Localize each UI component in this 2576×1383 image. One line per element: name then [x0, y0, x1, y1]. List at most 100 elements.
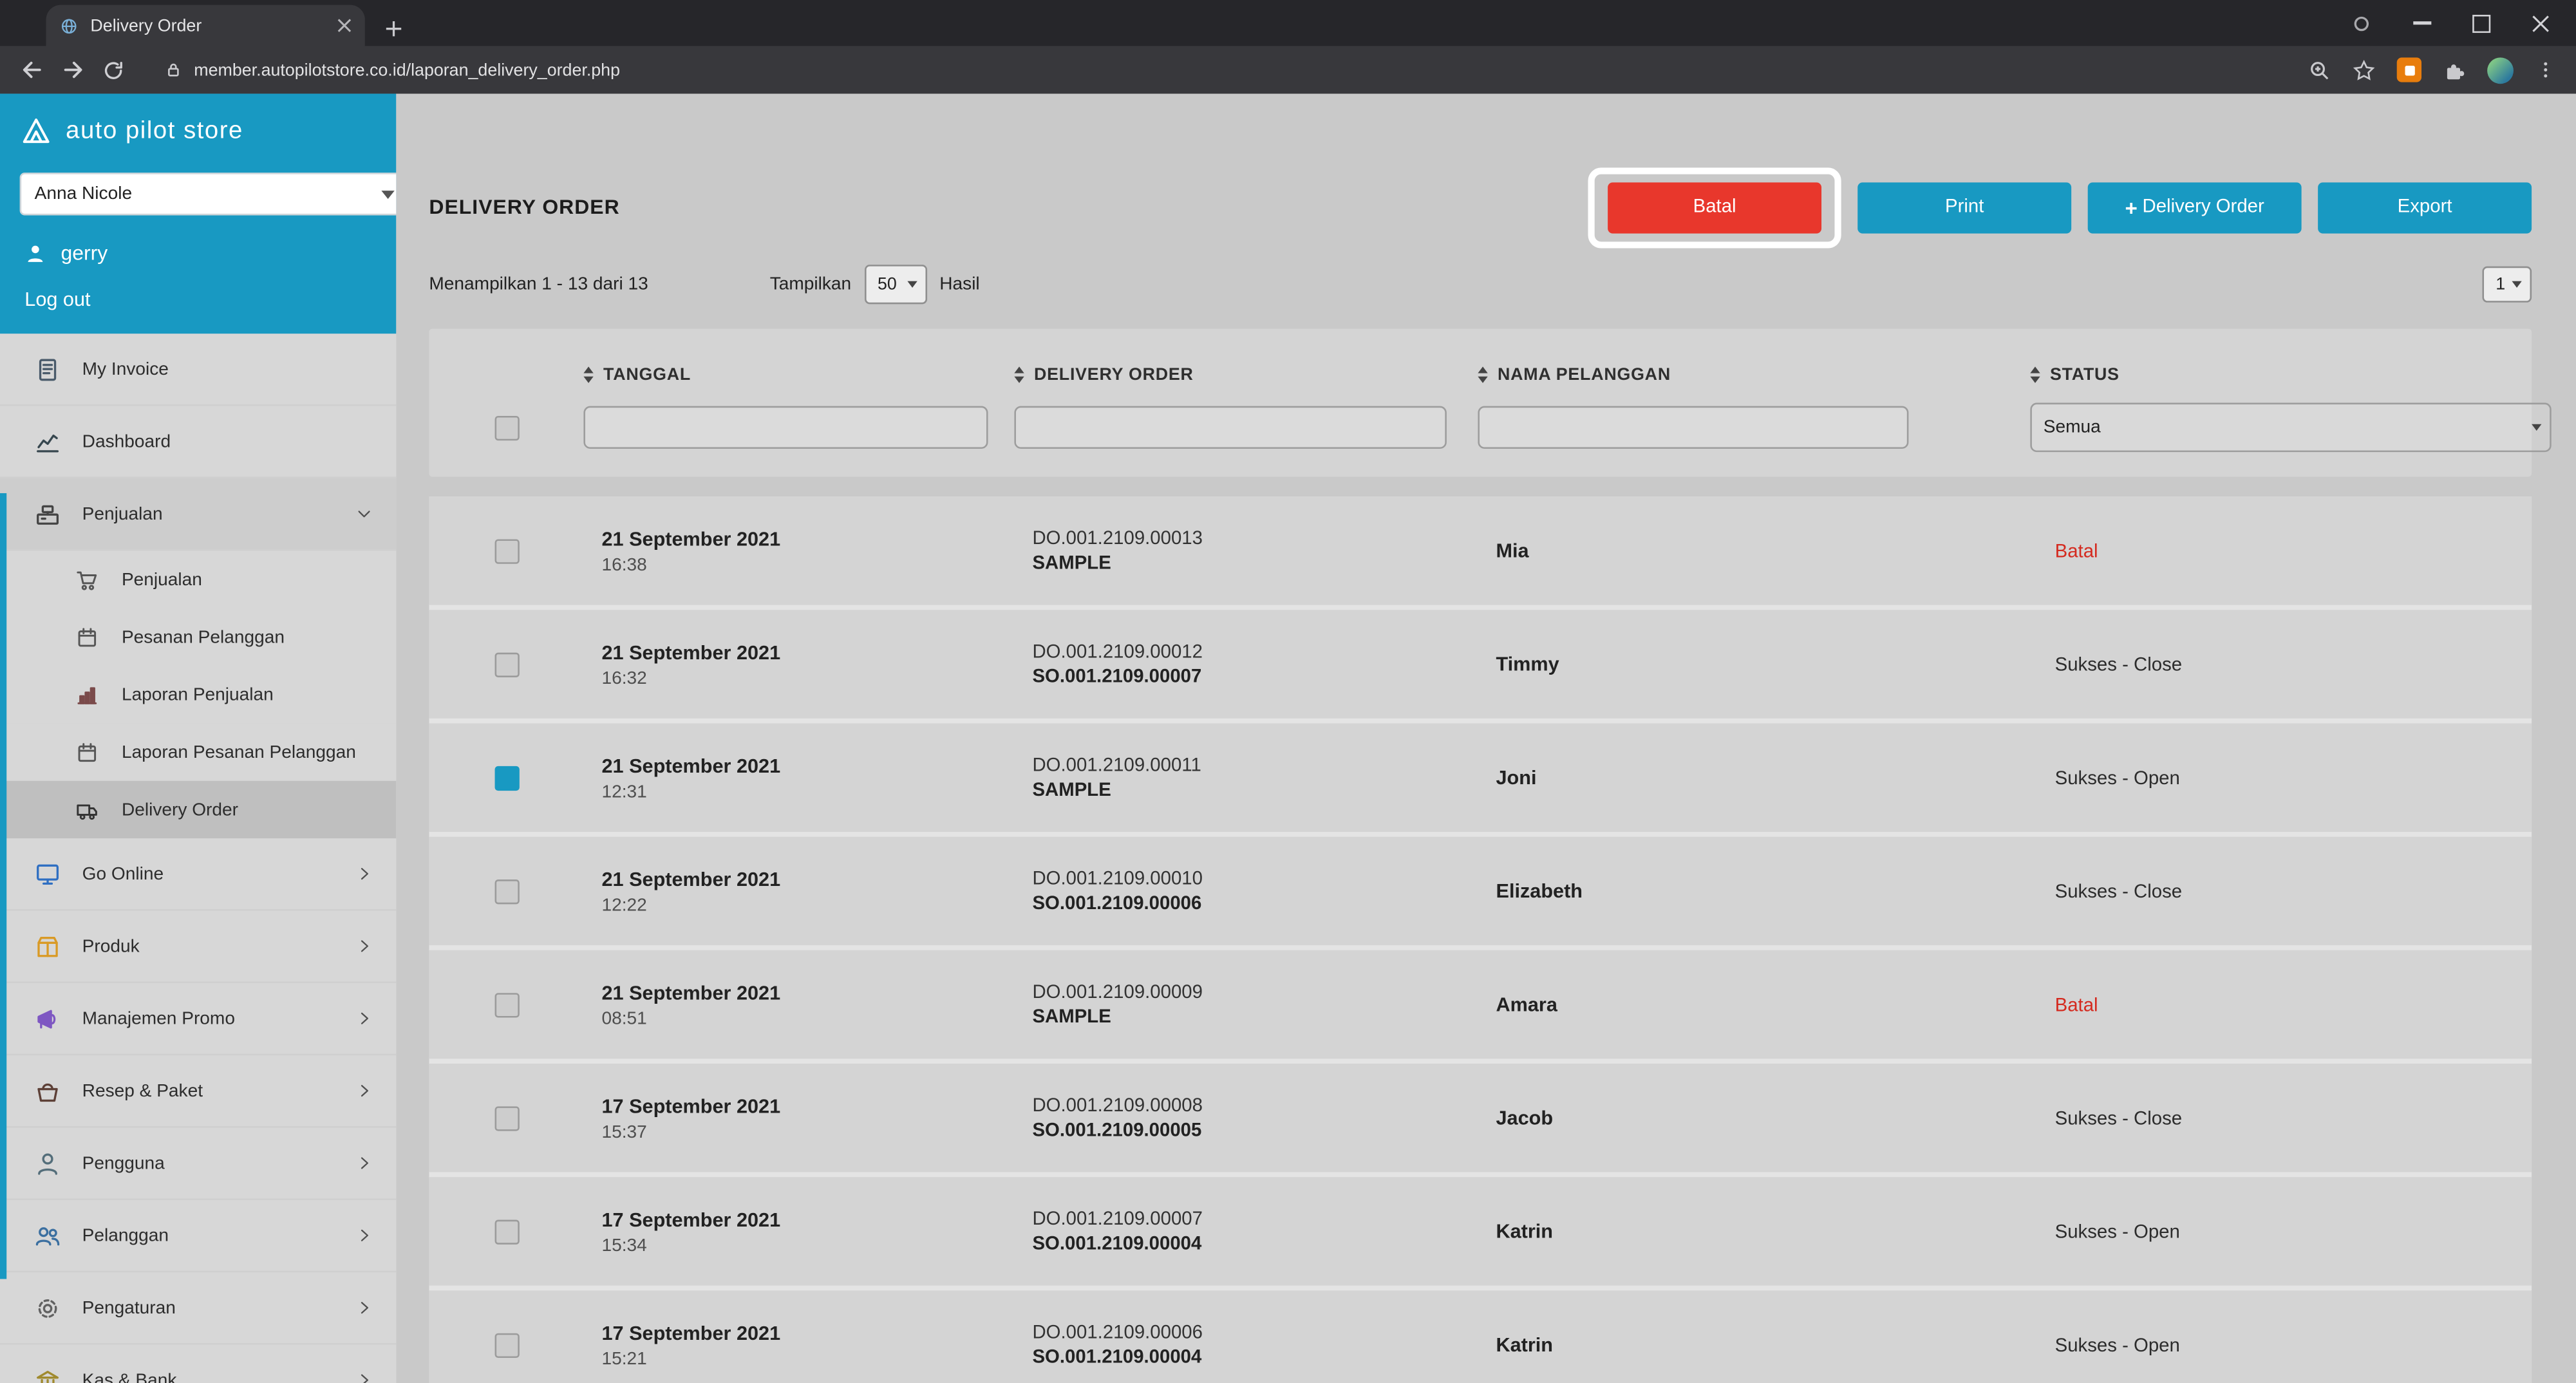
dashboard-icon	[33, 428, 61, 455]
table-row[interactable]: 17 September 202115:21DO.001.2109.00006S…	[429, 1290, 2532, 1383]
row-checkbox[interactable]	[494, 652, 518, 676]
sidebar-item-produk[interactable]: Produk	[0, 911, 396, 983]
sidebar-item-label: Penjualan	[82, 504, 355, 524]
forward-icon[interactable]	[61, 57, 85, 82]
chevron-right-icon	[355, 1227, 373, 1245]
sidebar-item-kas-bank[interactable]: Kas & Bank	[0, 1345, 396, 1383]
sort-icon	[2030, 366, 2040, 383]
sidebar-item-penjualan[interactable]: Penjualan	[0, 478, 396, 550]
sidebar-item-pengaturan[interactable]: Pengaturan	[0, 1272, 396, 1344]
sidebar-item-manajemen-promo[interactable]: Manajemen Promo	[0, 983, 396, 1055]
browser-toolbar: member.autopilotstore.co.id/laporan_deli…	[0, 46, 2576, 93]
sort-icon	[1014, 366, 1024, 383]
person-icon	[24, 243, 46, 264]
tab-title: Delivery Order	[90, 15, 325, 35]
maximize-button[interactable]	[2472, 14, 2490, 32]
reload-icon[interactable]	[102, 59, 125, 82]
row-do-number: DO.001.2109.00010	[1032, 869, 1478, 889]
sidebar-item-pengguna[interactable]: Pengguna	[0, 1128, 396, 1200]
select-all-checkbox[interactable]	[494, 415, 518, 440]
calendar-icon	[72, 626, 100, 649]
table-row[interactable]: 17 September 202115:34DO.001.2109.00007S…	[429, 1177, 2532, 1286]
sidebar-item-pelanggan[interactable]: Pelanggan	[0, 1200, 396, 1272]
main-content: DELIVERY ORDER Batal Print + Delivery Or…	[396, 94, 2576, 1383]
table-row[interactable]: 21 September 202112:31DO.001.2109.00011S…	[429, 723, 2532, 832]
sidebar-item-resep-paket[interactable]: Resep & Paket	[0, 1055, 396, 1127]
sidebar-item-my-invoice[interactable]: My Invoice	[0, 334, 396, 406]
extensions-puzzle-icon[interactable]	[2443, 59, 2466, 82]
zoom-icon[interactable]	[2308, 59, 2331, 82]
column-header-nama-pelanggan[interactable]: NAMA PELANGGAN	[1478, 365, 2030, 385]
export-button[interactable]: Export	[2318, 182, 2532, 232]
sidebar-item-laporan-pesanan-pelanggan[interactable]: Laporan Pesanan Pelanggan	[0, 723, 396, 780]
sidebar-item-label: Pengaturan	[82, 1298, 355, 1318]
table-row[interactable]: 21 September 202116:38DO.001.2109.00013S…	[429, 496, 2532, 605]
menu-dots-icon[interactable]	[2535, 59, 2556, 80]
tab-close-icon[interactable]	[337, 18, 352, 33]
table-row[interactable]: 21 September 202112:22DO.001.2109.00010S…	[429, 837, 2532, 946]
table-row[interactable]: 17 September 202115:37DO.001.2109.00008S…	[429, 1064, 2532, 1172]
row-customer: Timmy	[1496, 653, 1559, 676]
back-icon[interactable]	[20, 57, 44, 82]
row-do-reference: SO.001.2109.00007	[1032, 666, 1478, 686]
row-checkbox[interactable]	[494, 1219, 518, 1243]
status-filter-select[interactable]: Semua	[2030, 403, 2551, 453]
logout-link[interactable]: Log out	[20, 288, 377, 311]
sidebar-item-label: Pesanan Pelanggan	[122, 627, 373, 647]
sidebar-item-go-online[interactable]: Go Online	[0, 838, 396, 910]
row-time: 15:37	[602, 1122, 1015, 1142]
table-row[interactable]: 21 September 202108:51DO.001.2109.00009S…	[429, 950, 2532, 1059]
browser-tab[interactable]: Delivery Order	[46, 5, 364, 46]
column-header-delivery-order[interactable]: DELIVERY ORDER	[1014, 365, 1478, 385]
bookmark-star-icon[interactable]	[2353, 59, 2376, 82]
new-tab-button[interactable]	[384, 20, 402, 38]
nama-pelanggan-filter-input[interactable]	[1478, 406, 1908, 449]
record-icon[interactable]	[2351, 12, 2372, 33]
page-size-select[interactable]: 50	[865, 265, 926, 304]
sidebar-header: auto pilot store Anna Nicole gerry Log o…	[0, 94, 396, 334]
address-bar[interactable]: member.autopilotstore.co.id/laporan_deli…	[142, 60, 2292, 80]
row-do-reference: SO.001.2109.00004	[1032, 1347, 1478, 1367]
delivery-order-filter-input[interactable]	[1014, 406, 1447, 449]
extension-icon[interactable]	[2397, 57, 2421, 82]
sidebar-item-pesanan-pelanggan[interactable]: Pesanan Pelanggan	[0, 608, 396, 666]
row-checkbox[interactable]	[494, 766, 518, 790]
profile-select[interactable]: Anna Nicole	[20, 173, 397, 215]
chevron-right-icon	[355, 937, 373, 955]
sort-icon	[1478, 366, 1487, 383]
batal-button[interactable]: Batal	[1608, 182, 1821, 232]
sidebar-item-label: Resep & Paket	[82, 1081, 355, 1101]
row-do-number: DO.001.2109.00012	[1032, 642, 1478, 662]
row-checkbox[interactable]	[494, 879, 518, 903]
chevron-right-icon	[355, 865, 373, 883]
sidebar-item-label: Laporan Penjualan	[122, 684, 373, 704]
column-header-status[interactable]: STATUS	[2030, 365, 2532, 385]
print-button[interactable]: Print	[1857, 182, 2071, 232]
table-row[interactable]: 21 September 202116:32DO.001.2109.00012S…	[429, 610, 2532, 719]
sidebar-item-delivery-order[interactable]: Delivery Order	[0, 781, 396, 838]
sidebar-item-penjualan[interactable]: Penjualan	[0, 550, 396, 608]
user-row: gerry	[20, 241, 377, 265]
row-do-reference: SAMPLE	[1032, 553, 1478, 573]
invoice-icon	[33, 356, 61, 382]
minimize-button[interactable]	[2413, 22, 2431, 24]
add-delivery-order-button[interactable]: + Delivery Order	[2088, 182, 2302, 232]
sidebar-item-label: Pengguna	[82, 1153, 355, 1173]
sidebar-item-label: Penjualan	[122, 570, 373, 590]
page-number-select[interactable]: 1	[2483, 267, 2532, 303]
sidebar-scroll-accent	[0, 493, 6, 1279]
row-checkbox[interactable]	[494, 1105, 518, 1130]
row-status: Batal	[2055, 996, 2098, 1016]
row-date: 17 September 2021	[602, 1094, 1015, 1117]
sidebar-item-laporan-penjualan[interactable]: Laporan Penjualan	[0, 666, 396, 723]
close-button[interactable]	[2532, 14, 2550, 32]
profile-avatar[interactable]	[2487, 57, 2514, 83]
row-checkbox[interactable]	[494, 538, 518, 563]
column-header-tanggal[interactable]: TANGGAL	[583, 365, 1014, 385]
sidebar-item-dashboard[interactable]: Dashboard	[0, 406, 396, 478]
row-checkbox[interactable]	[494, 992, 518, 1017]
tanggal-filter-input[interactable]	[583, 406, 988, 449]
profile-select-value: Anna Nicole	[35, 184, 132, 204]
user-icon	[33, 1150, 61, 1176]
row-checkbox[interactable]	[494, 1332, 518, 1357]
